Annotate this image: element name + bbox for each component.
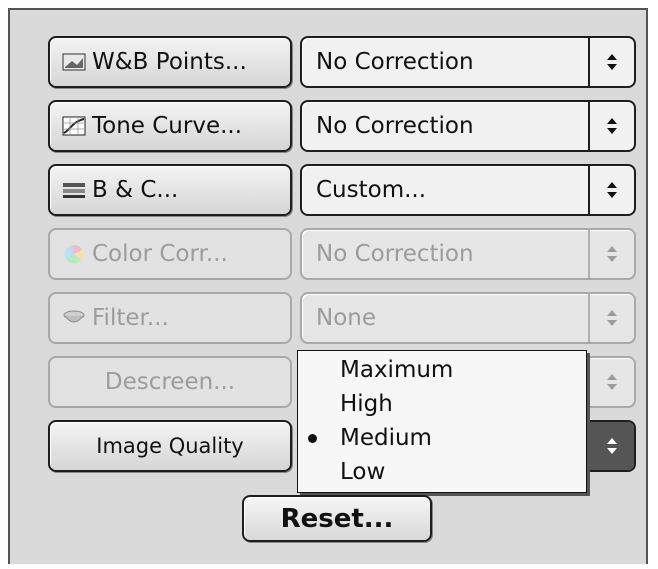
reset-label: Reset... — [280, 503, 394, 534]
image-quality-menu: Maximum High Medium Low — [297, 350, 587, 493]
tone-curve-icon — [62, 116, 86, 136]
brightness-contrast-button[interactable]: B & C... — [48, 164, 292, 216]
menu-item-high[interactable]: High — [298, 387, 586, 421]
image-quality-label: Image Quality — [96, 434, 244, 458]
wb-points-icon — [62, 52, 86, 72]
tone-curve-select[interactable]: No Correction — [300, 100, 636, 152]
wb-points-select[interactable]: No Correction — [300, 36, 636, 88]
color-correction-button: Color Corr... — [48, 228, 292, 280]
tone-curve-select-value: No Correction — [316, 113, 474, 139]
descreen-button: Descreen... — [48, 356, 292, 408]
color-wheel-icon — [62, 244, 86, 264]
image-quality-button[interactable]: Image Quality — [48, 420, 292, 472]
filter-button: Filter... — [48, 292, 292, 344]
menu-item-medium[interactable]: Medium — [298, 421, 586, 455]
color-correction-label: Color Corr... — [92, 241, 228, 267]
wb-points-label: W&B Points... — [92, 49, 247, 75]
filter-label: Filter... — [92, 305, 169, 331]
tone-curve-label: Tone Curve... — [92, 113, 243, 139]
filter-icon — [62, 308, 86, 328]
wb-points-select-value: No Correction — [316, 49, 474, 75]
updown-arrows-icon — [588, 102, 634, 150]
updown-arrows-icon — [588, 230, 634, 278]
menu-item-low[interactable]: Low — [298, 455, 586, 489]
brightness-contrast-icon — [62, 180, 86, 200]
color-correction-select: No Correction — [300, 228, 636, 280]
brightness-contrast-select[interactable]: Custom... — [300, 164, 636, 216]
selected-bullet-icon — [308, 434, 317, 443]
updown-arrows-icon — [588, 422, 634, 470]
brightness-contrast-label: B & C... — [92, 177, 179, 203]
reset-button[interactable]: Reset... — [242, 495, 432, 542]
filter-select-value: None — [316, 305, 377, 331]
updown-arrows-icon — [588, 38, 634, 86]
updown-arrows-icon — [588, 358, 634, 406]
brightness-contrast-select-value: Custom... — [316, 177, 427, 203]
descreen-label: Descreen... — [104, 369, 236, 395]
filter-select: None — [300, 292, 636, 344]
updown-arrows-icon — [588, 166, 634, 214]
wb-points-button[interactable]: W&B Points... — [48, 36, 292, 88]
updown-arrows-icon — [588, 294, 634, 342]
tone-curve-button[interactable]: Tone Curve... — [48, 100, 292, 152]
color-correction-select-value: No Correction — [316, 241, 474, 267]
menu-item-maximum[interactable]: Maximum — [298, 353, 586, 387]
